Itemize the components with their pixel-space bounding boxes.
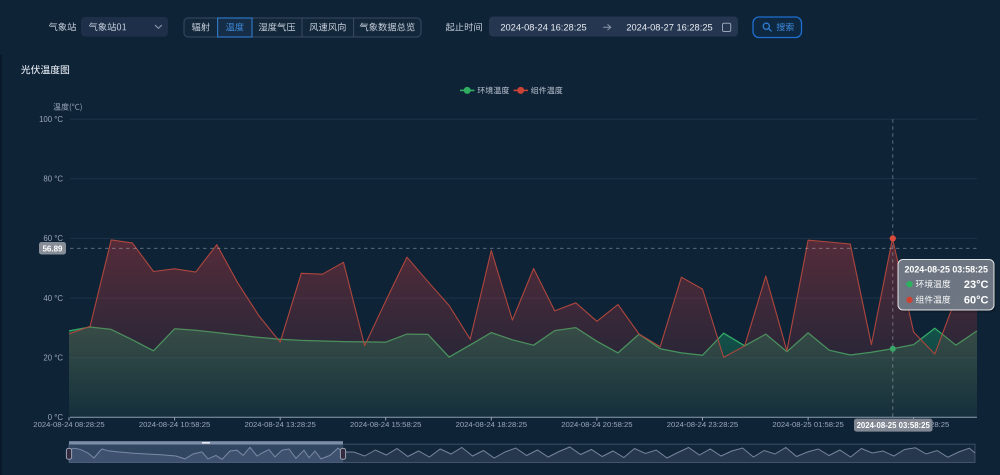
svg-text:20 °C: 20 °C bbox=[43, 353, 63, 362]
svg-text:60 °C: 60 °C bbox=[43, 234, 63, 243]
svg-text:2024-08-24 20:58:25: 2024-08-24 20:58:25 bbox=[561, 420, 632, 429]
svg-text:2024-08-24 13:28:25: 2024-08-24 13:28:25 bbox=[244, 420, 315, 429]
svg-text:2024-08-27 16:28:25: 2024-08-27 16:28:25 bbox=[626, 22, 712, 32]
svg-text:23°C: 23°C bbox=[964, 279, 989, 291]
svg-text:2024-08-24 15:58:25: 2024-08-24 15:58:25 bbox=[350, 420, 421, 429]
svg-text:56.89: 56.89 bbox=[42, 244, 63, 253]
svg-text:40 °C: 40 °C bbox=[43, 294, 63, 303]
svg-text:100 °C: 100 °C bbox=[39, 115, 63, 124]
svg-text:2024-08-24 23:28:25: 2024-08-24 23:28:25 bbox=[667, 420, 738, 429]
svg-text:60°C: 60°C bbox=[964, 294, 989, 306]
svg-text:2024-08-25 03:58:25: 2024-08-25 03:58:25 bbox=[857, 421, 931, 430]
svg-text:2024-08-24 16:28:25: 2024-08-24 16:28:25 bbox=[500, 22, 586, 32]
svg-text:2024-08-24 08:28:25: 2024-08-24 08:28:25 bbox=[33, 420, 104, 429]
svg-text:2024-08-24 18:28:25: 2024-08-24 18:28:25 bbox=[456, 420, 527, 429]
svg-text:2024-08-25 01:58:25: 2024-08-25 01:58:25 bbox=[772, 420, 843, 429]
svg-text:80 °C: 80 °C bbox=[43, 175, 63, 184]
svg-text:2024-08-25 03:58:25: 2024-08-25 03:58:25 bbox=[905, 265, 988, 275]
svg-text:2024-08-24 10:58:25: 2024-08-24 10:58:25 bbox=[139, 420, 210, 429]
